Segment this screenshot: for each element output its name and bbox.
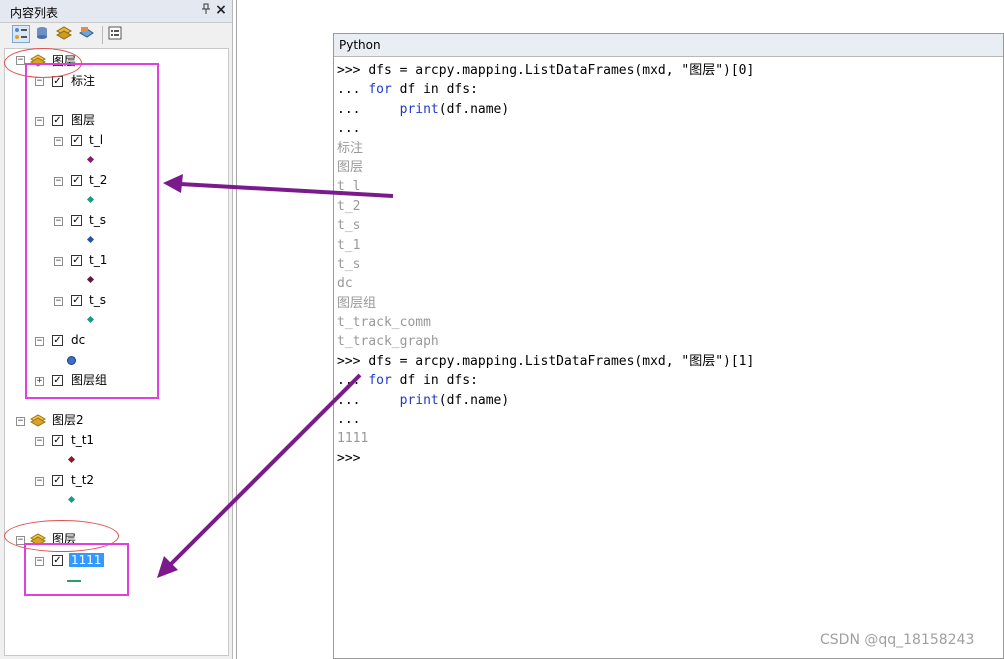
console-prompt: ... — [337, 82, 369, 98]
code-text: df in dfs: — [391, 82, 478, 98]
layer-name[interactable]: t_t1 — [71, 433, 94, 447]
output-text: t_s — [337, 256, 361, 272]
code-text: dfs = arcpy.mapping.ListDataFrames(mxd, … — [368, 353, 755, 369]
data-frame-expander[interactable]: − — [16, 417, 25, 426]
console-command-line: >>> dfs = arcpy.mapping.ListDataFrames(m… — [337, 61, 997, 80]
output-text: t_track_graph — [337, 334, 439, 350]
code-keyword: print — [399, 392, 439, 408]
console-command-line: ... for df in dfs: — [337, 371, 997, 390]
layer-name[interactable]: t_t2 — [71, 473, 94, 487]
layer-checkbox[interactable]: ✓ — [52, 435, 63, 446]
list-by-visibility-icon[interactable] — [55, 25, 74, 43]
layer-expander[interactable]: − — [35, 437, 44, 446]
console-output-line: t_s — [337, 255, 997, 274]
console-output-line: 1111 — [337, 429, 997, 448]
toc-toolbar — [0, 22, 232, 48]
console-prompt: ... — [337, 412, 361, 428]
python-console[interactable]: >>> dfs = arcpy.mapping.ListDataFrames(m… — [337, 61, 997, 468]
console-output-line: 图层组 — [337, 294, 997, 313]
console-output-line: 图层 — [337, 158, 997, 177]
console-prompt: >>> — [337, 450, 361, 466]
options-icon[interactable] — [107, 25, 125, 43]
output-text: t_2 — [337, 198, 361, 214]
watermark: CSDN @qq_18158243 — [820, 632, 975, 648]
toolbar-separator — [102, 26, 103, 44]
layer-expander[interactable]: − — [35, 477, 44, 486]
output-text: 标注 — [337, 140, 364, 156]
output-text: 1111 — [337, 431, 369, 447]
annotation-rect — [24, 543, 129, 596]
output-text: 图层 — [337, 159, 364, 175]
data-frame-icon — [30, 414, 46, 427]
python-titlebar: Python — [334, 34, 1003, 57]
output-text: t_s — [337, 218, 361, 234]
output-text: t_l — [337, 179, 361, 195]
list-by-drawing-order-icon[interactable] — [12, 25, 30, 43]
map-view-border — [236, 0, 237, 659]
console-output-line: t_s — [337, 216, 997, 235]
console-command-line: ... — [337, 119, 997, 138]
output-text: 图层组 — [337, 295, 377, 311]
code-text: (df.name) — [438, 101, 510, 117]
annotation-rect — [25, 63, 159, 399]
data-frame-name[interactable]: 图层2 — [52, 413, 84, 427]
console-command-line: ... print(df.name) — [337, 100, 997, 119]
console-prompt: ... — [337, 392, 400, 408]
console-command-line: ... — [337, 410, 997, 429]
python-title: Python — [339, 38, 381, 52]
console-output-line: t_track_graph — [337, 332, 997, 351]
console-command-line: ... print(df.name) — [337, 391, 997, 410]
code-keyword: for — [368, 373, 392, 389]
code-text: df in dfs: — [391, 373, 478, 389]
output-text: dc — [337, 276, 353, 292]
console-command-line: >>> — [337, 449, 997, 468]
console-output-line: t_1 — [337, 236, 997, 255]
console-command-line: >>> dfs = arcpy.mapping.ListDataFrames(m… — [337, 352, 997, 371]
console-prompt: >>> — [337, 63, 369, 78]
toc-titlebar: 内容列表 × — [0, 0, 232, 23]
layer-checkbox[interactable]: ✓ — [52, 475, 63, 486]
toc-title: 内容列表 — [10, 6, 59, 20]
code-text: (df.name) — [438, 392, 510, 408]
list-by-source-icon[interactable] — [34, 25, 52, 43]
python-window: Python >>> dfs = arcpy.mapping.ListDataF… — [333, 33, 1004, 659]
list-by-selection-icon[interactable] — [78, 25, 96, 43]
console-output-line: t_track_comm — [337, 313, 997, 332]
console-command-line: ... for df in dfs: — [337, 80, 997, 99]
output-text: t_1 — [337, 237, 361, 253]
code-keyword: print — [399, 101, 439, 117]
close-icon[interactable]: × — [214, 2, 228, 18]
console-prompt: ... — [337, 101, 400, 117]
pin-icon[interactable] — [200, 3, 212, 17]
code-text: dfs = arcpy.mapping.ListDataFrames(mxd, … — [368, 63, 755, 78]
console-prompt: >>> — [337, 353, 369, 369]
console-output-line: dc — [337, 274, 997, 293]
console-prompt: ... — [337, 373, 369, 389]
console-output-line: 标注 — [337, 139, 997, 158]
console-output-line: t_l — [337, 177, 997, 196]
console-output-line: t_2 — [337, 197, 997, 216]
code-keyword: for — [368, 82, 392, 98]
console-prompt: ... — [337, 121, 361, 137]
output-text: t_track_comm — [337, 315, 431, 331]
